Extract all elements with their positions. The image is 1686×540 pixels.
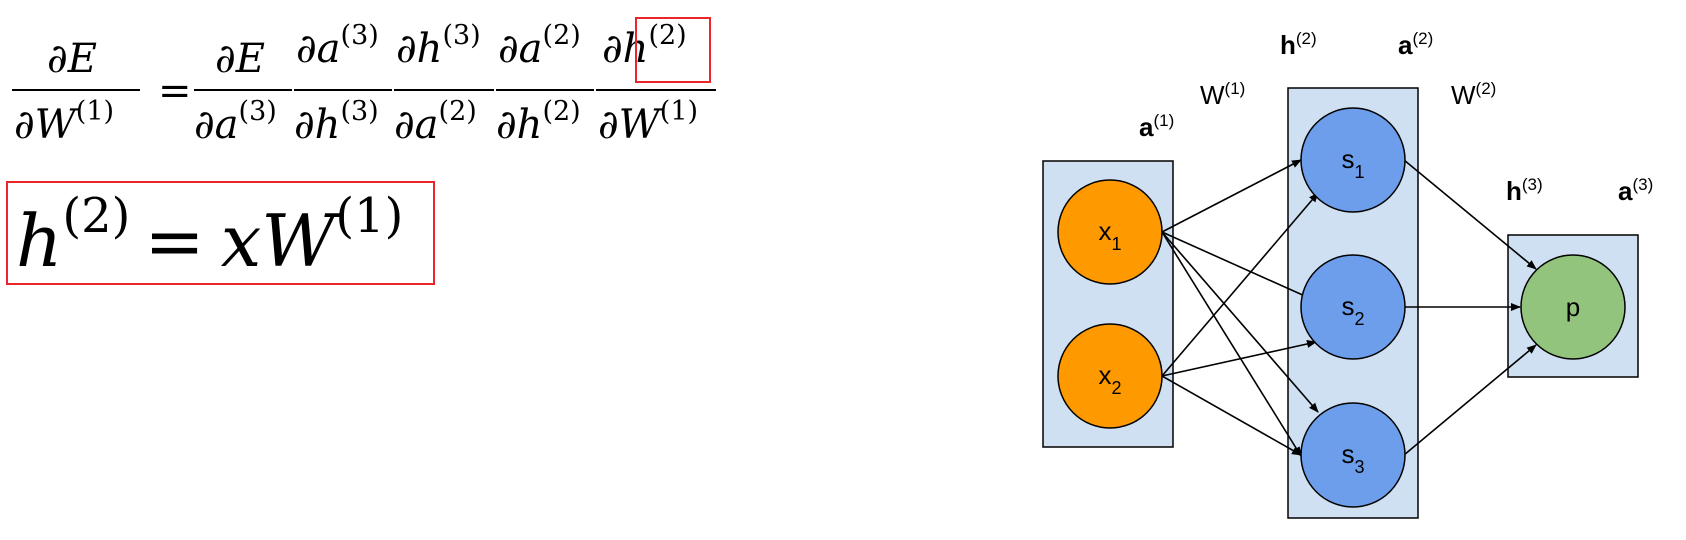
factor-5-numerator: ∂h(2) [602,20,687,72]
edge-x1-s1 [1161,159,1302,233]
figure: ∂E ∂W(1) = ∂E ∂a(3) ∂a(3) ∂h(3) ∂h(3) ∂a… [6,17,1653,519]
factor-2-denominator: ∂h(3) [294,96,379,148]
label-a2: a(2) [1398,29,1433,60]
factor-3: ∂h(3) ∂a(2) [394,20,494,148]
factor-3-numerator: ∂h(3) [396,20,481,72]
node-p-label: p [1566,292,1580,322]
label-h2: h(2) [1280,29,1317,60]
node-p: p [1520,254,1626,360]
factor-3-denominator: ∂a(2) [394,96,477,148]
node-x2: x2 [1057,323,1163,429]
node-x1: x1 [1057,179,1163,285]
node-s3: s3 [1300,402,1406,508]
chain-rule-equation: ∂E ∂W(1) = ∂E ∂a(3) ∂a(3) ∂h(3) ∂h(3) ∂a… [12,17,716,148]
lhs-fraction: ∂E ∂W(1) [12,36,140,148]
forward-equation-text: h(2) = xW(1) [16,188,403,283]
edge-x1-s3b [1161,231,1302,457]
lhs-numerator: ∂E [47,36,97,82]
label-W2: W(2) [1451,79,1496,110]
factor-1-numerator: ∂E [215,36,265,82]
lhs-denominator: ∂W(1) [14,96,114,148]
factor-2-numerator: ∂a(3) [296,20,379,72]
factor-5: ∂h(2) ∂W(1) [596,17,716,148]
label-a3: a(3) [1618,175,1653,206]
factor-4-denominator: ∂h(2) [496,96,581,148]
node-s1: s1 [1300,107,1406,213]
factor-4: ∂a(2) ∂h(2) [496,20,594,148]
label-h3: h(3) [1506,175,1543,206]
label-W1: W(1) [1200,79,1245,110]
factor-1-denominator: ∂a(3) [194,96,277,148]
factor-1: ∂E ∂a(3) [194,36,292,148]
edge-x2-s3 [1161,375,1302,456]
forward-equation: h(2) = xW(1) [6,181,435,285]
factor-2: ∂a(3) ∂h(3) [294,20,392,148]
label-a1: a(1) [1139,111,1174,142]
network-diagram: x1 x2 s1 s2 s3 p a(1) W(1) h(2) a(2) W(2… [1042,29,1653,519]
node-s2: s2 [1300,254,1406,360]
factor-5-denominator: ∂W(1) [598,96,698,148]
factor-4-numerator: ∂a(2) [498,20,581,72]
equals-sign: = [158,68,192,114]
edge-s3-p [1403,344,1537,456]
